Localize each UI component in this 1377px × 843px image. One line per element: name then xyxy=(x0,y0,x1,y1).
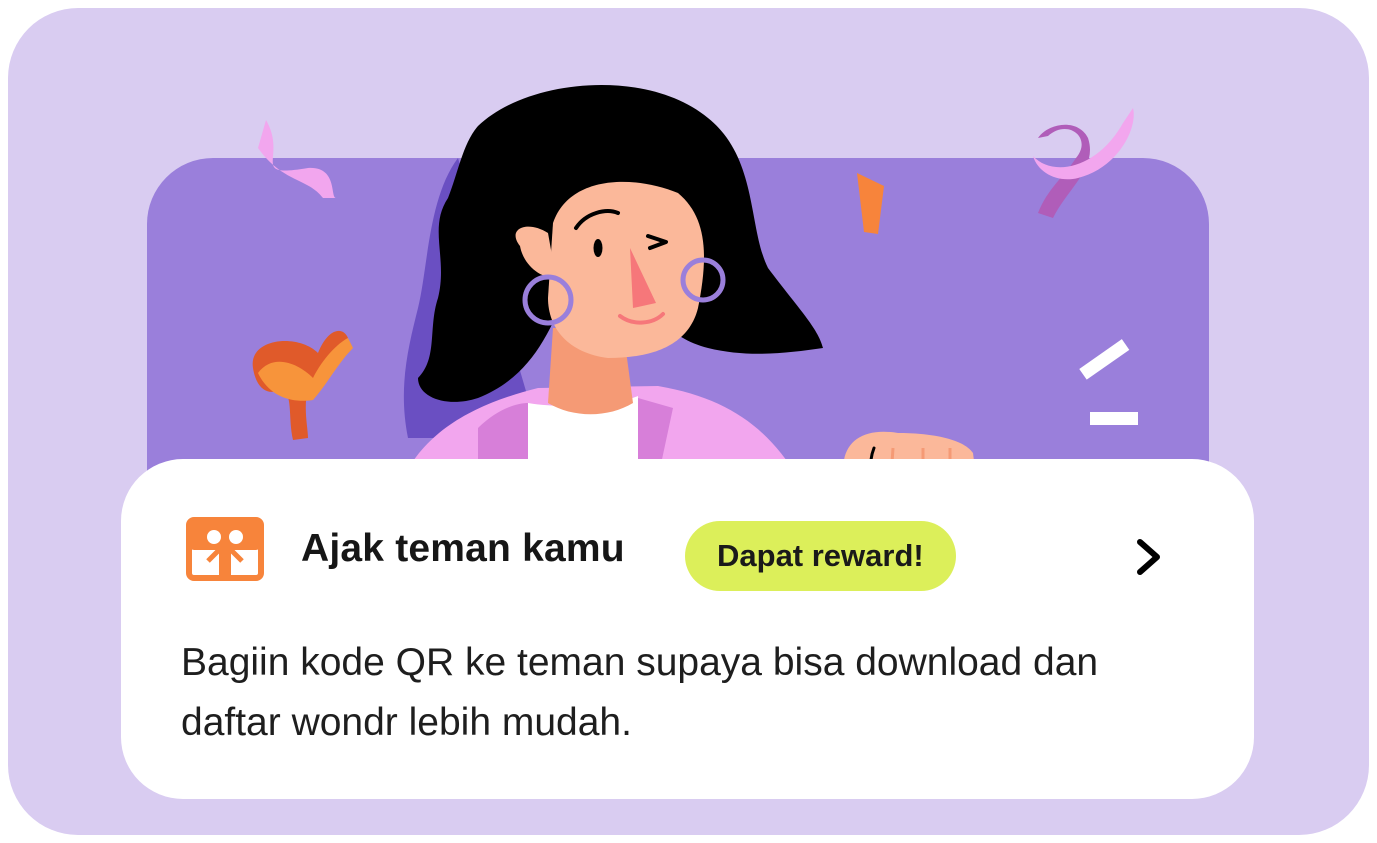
card-title: Ajak teman kamu xyxy=(301,527,625,570)
confetti-white-bar-1 xyxy=(1079,339,1130,380)
referral-card[interactable]: Ajak teman kamu Dapat reward! Bagiin kod… xyxy=(121,459,1254,799)
card-description: Bagiin kode QR ke teman supaya bisa down… xyxy=(181,641,1099,744)
confetti-white-bar-2 xyxy=(1090,412,1138,425)
confetti-orange-piece xyxy=(857,173,884,234)
gift-icon xyxy=(186,517,264,581)
referral-promo-frame: Ajak teman kamu Dapat reward! Bagiin kod… xyxy=(8,8,1369,835)
reward-badge: Dapat reward! xyxy=(685,521,956,591)
confetti-pink-ribbon xyxy=(258,120,336,198)
chevron-right-icon[interactable] xyxy=(1131,537,1167,577)
face xyxy=(548,181,704,358)
eye-left xyxy=(593,239,603,257)
